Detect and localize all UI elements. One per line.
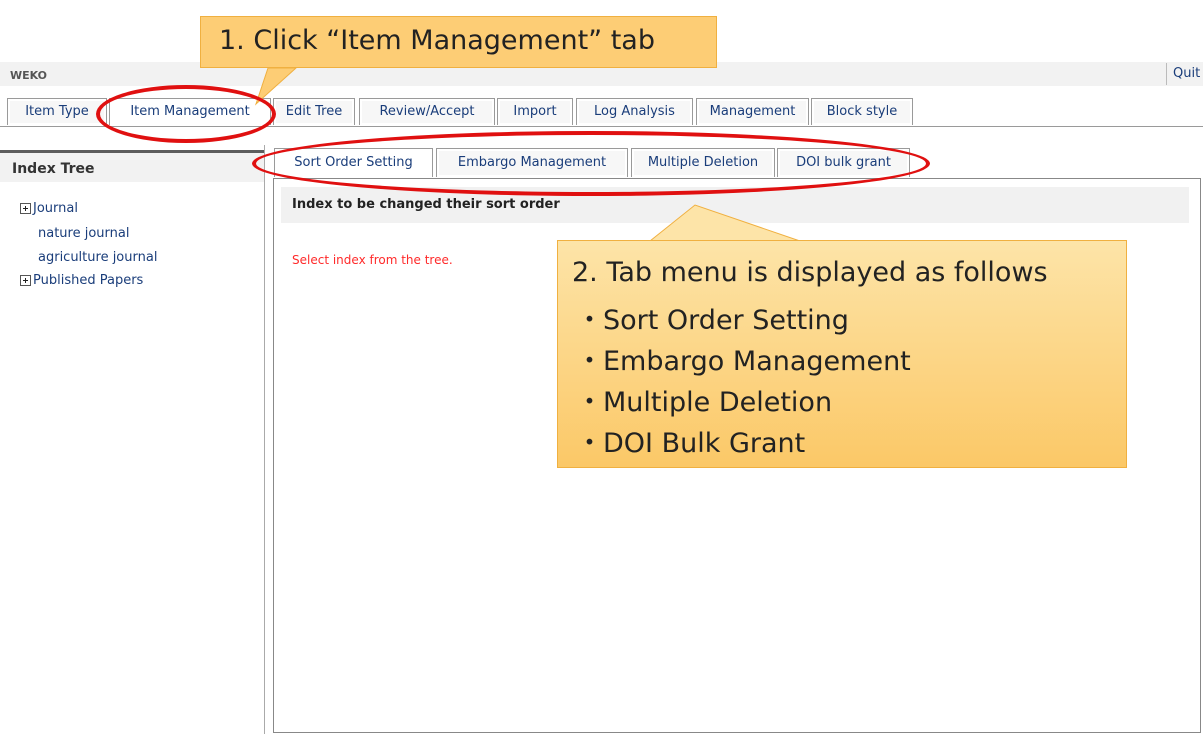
annotation-step1: 1. Click “Item Management” tab	[200, 16, 717, 68]
highlight-ellipse-sub-tabs	[252, 131, 930, 196]
annotation-step2-item: ・Embargo Management	[576, 346, 911, 377]
annotation-step2-heading: 2. Tab menu is displayed as follows	[572, 257, 1048, 288]
annotation-step1-text: 1. Click “Item Management” tab	[219, 25, 655, 56]
annotation-step2-item: ・DOI Bulk Grant	[576, 428, 806, 459]
annotation-step2-item: ・Sort Order Setting	[576, 305, 849, 336]
callout2-pointer	[648, 204, 801, 242]
annotation-step2: 2. Tab menu is displayed as follows ・Sor…	[557, 240, 1127, 468]
highlight-ellipse-item-management	[96, 85, 276, 143]
annotation-step2-item: ・Multiple Deletion	[576, 387, 833, 418]
